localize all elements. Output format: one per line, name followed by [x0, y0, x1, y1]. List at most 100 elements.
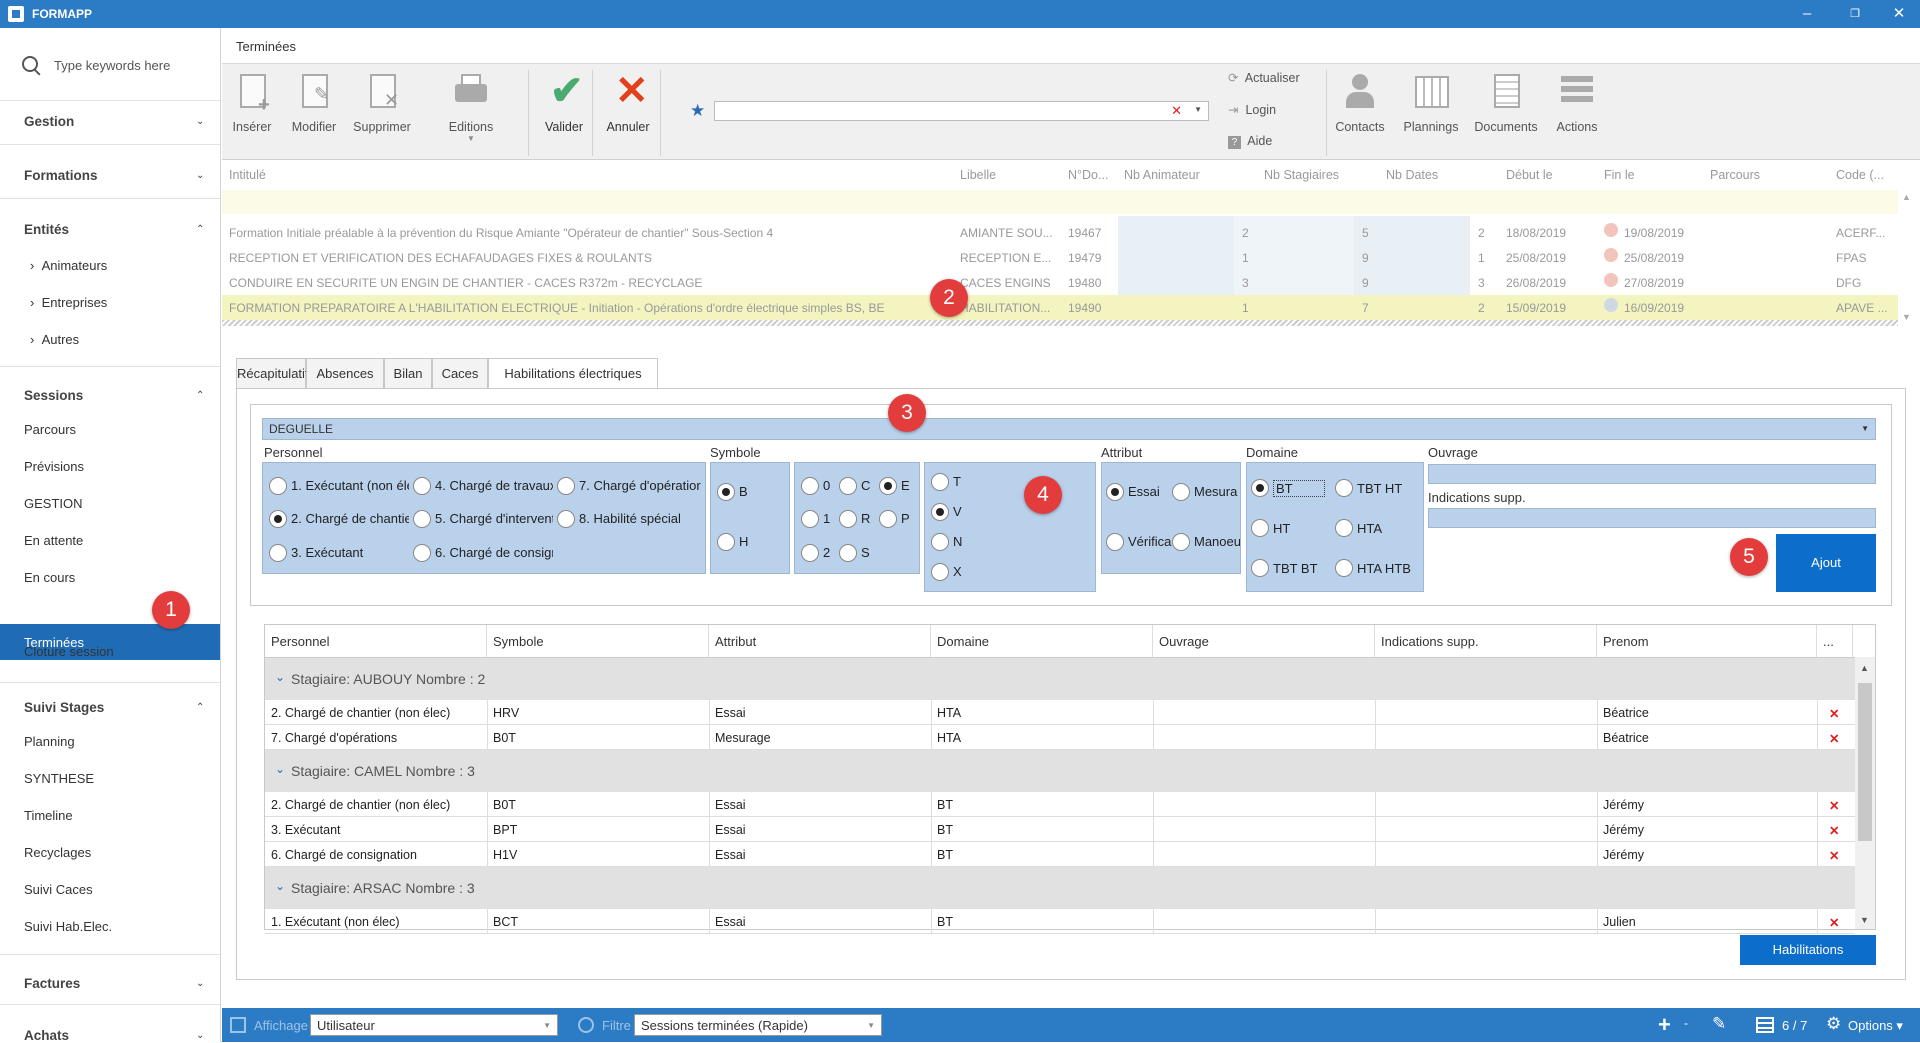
editions-button[interactable]: Editions ▼ — [436, 72, 506, 143]
attribut-radio-mesurage[interactable] — [1172, 483, 1190, 501]
chevron-down-icon[interactable]: ⌄ — [196, 1030, 204, 1041]
group-row[interactable]: ⌄ Stagiaire: ARSAC Nombre : 3 — [265, 867, 1855, 909]
minimize-button[interactable]: – — [1792, 4, 1822, 24]
documents-button[interactable]: Documents — [1468, 72, 1544, 134]
symbole-radio-r[interactable] — [839, 510, 857, 528]
personnel-radio-6[interactable] — [413, 544, 431, 562]
sidebar-item-cloture-session[interactable]: Cloture session — [24, 644, 114, 659]
symbole-radio-n[interactable] — [931, 533, 949, 551]
stagiaire-select[interactable]: DEGUELLE ▼ — [262, 418, 1876, 440]
personnel-radio-2[interactable] — [269, 510, 287, 528]
plannings-button[interactable]: Plannings — [1394, 72, 1468, 134]
chevron-down-icon[interactable]: ⌄ — [196, 116, 204, 127]
annuler-button[interactable]: ✕ Annuler — [598, 69, 658, 134]
group-row[interactable]: ⌄ Stagiaire: CAMEL Nombre : 3 — [265, 750, 1855, 792]
col-symbole[interactable]: Symbole — [487, 625, 709, 657]
aide-button[interactable]: ? Aide — [1228, 134, 1272, 149]
symbole-radio-e[interactable] — [879, 477, 897, 495]
table-row[interactable]: 2. Chargé de chantier (non élec) HRV Essai… — [265, 700, 1855, 725]
scroll-up-icon[interactable]: ▲ — [1902, 192, 1911, 202]
tab-caces[interactable]: Caces — [432, 358, 488, 389]
edit-icon[interactable]: ✎ — [1712, 1014, 1726, 1034]
chevron-up-icon[interactable]: ⌃ — [196, 224, 204, 235]
table-row[interactable]: CONDUIRE EN SECURITE UN ENGIN DE CHANTIE… — [222, 270, 1898, 295]
tab-terminees[interactable]: Terminées — [236, 39, 296, 54]
col-libelle[interactable]: Libelle — [960, 168, 996, 182]
nav-group-factures[interactable]: Factures — [24, 976, 80, 991]
sidebar-item-en-cours[interactable]: En cours — [24, 570, 75, 585]
symbole-radio-t[interactable] — [931, 473, 949, 491]
ouvrage-input[interactable] — [1428, 464, 1876, 484]
dropdown-arrow-icon[interactable]: ▼ — [1194, 105, 1202, 114]
ajout-button[interactable]: Ajout — [1776, 534, 1876, 592]
sidebar-item-previsions[interactable]: Prévisions — [24, 459, 84, 474]
actualiser-button[interactable]: ⟳ Actualiser — [1228, 70, 1300, 85]
col-code[interactable]: Code (... — [1836, 168, 1884, 182]
domaine-radio-ht[interactable] — [1251, 519, 1269, 537]
filtre-select[interactable]: Sessions terminées (Rapide) ▼ — [634, 1014, 882, 1036]
symbole-radio-x[interactable] — [931, 563, 949, 581]
col-parcours[interactable]: Parcours — [1710, 168, 1760, 182]
indications-input[interactable] — [1428, 508, 1876, 528]
chevron-down-icon[interactable]: ⌄ — [196, 170, 204, 181]
table-row-selected[interactable]: FORMATION PREPARATOIRE A L'HABILITATION … — [222, 295, 1898, 320]
sidebar-item-parcours[interactable]: Parcours — [24, 422, 76, 437]
attribut-radio-essai[interactable] — [1106, 483, 1124, 501]
table-row[interactable]: 7. Chargé d'opérations B0T Mesurage HTA Béat… — [265, 725, 1855, 750]
scrollbar[interactable]: ▲ ▼ — [1855, 657, 1875, 929]
chevron-up-icon[interactable]: ⌃ — [196, 390, 204, 401]
domaine-radio-tbt-ht[interactable] — [1335, 479, 1353, 497]
affichage-select[interactable]: Utilisateur ▼ — [310, 1014, 558, 1036]
clear-icon[interactable]: ✕ — [1171, 103, 1182, 119]
sidebar-item-suivi-caces[interactable]: Suivi Caces — [24, 882, 93, 897]
col-prenom[interactable]: Prenom — [1597, 625, 1817, 657]
sidebar-item-animateurs[interactable]: › Animateurs — [30, 258, 107, 273]
delete-icon[interactable]: ✕ — [1829, 823, 1839, 838]
favorite-star-icon[interactable]: ★ — [690, 101, 705, 121]
delete-icon[interactable]: ✕ — [1829, 798, 1839, 813]
col-intitule[interactable]: Intitulé — [229, 168, 266, 182]
symbole-radio-p[interactable] — [879, 510, 897, 528]
domaine-radio-hta-htb[interactable] — [1335, 559, 1353, 577]
chevron-down-icon[interactable]: ⌄ — [196, 978, 204, 989]
habilitations-button[interactable]: Habilitations — [1740, 935, 1876, 965]
scroll-up-icon[interactable]: ▲ — [1860, 663, 1869, 673]
sidebar-item-planning[interactable]: Planning — [24, 734, 75, 749]
restore-button[interactable]: ❐ — [1840, 4, 1870, 24]
col-attribut[interactable]: Attribut — [709, 625, 931, 657]
domaine-radio-hta[interactable] — [1335, 519, 1353, 537]
col-debut[interactable]: Début le — [1506, 168, 1553, 182]
symbole-radio-h[interactable] — [717, 533, 735, 551]
table-row[interactable]: 3. Exécutant BPT Essai BT Jérémy ✕ — [265, 817, 1855, 842]
tab-absences[interactable]: Absences — [306, 358, 384, 389]
domaine-radio-tbt-bt[interactable] — [1251, 559, 1269, 577]
actions-button[interactable]: Actions — [1544, 72, 1610, 134]
remove-icon[interactable]: - — [1684, 1016, 1688, 1030]
domaine-radio-bt[interactable] — [1251, 479, 1269, 497]
tab-habilitations-electriques[interactable]: Habilitations électriques — [488, 358, 658, 389]
nav-group-sessions[interactable]: Sessions — [24, 388, 83, 403]
nav-group-achats[interactable]: Achats — [24, 1028, 69, 1043]
search-input[interactable]: ✕ ▼ — [714, 101, 1209, 121]
valider-button[interactable]: ✔ Valider — [534, 69, 594, 134]
sidebar-item-entreprises[interactable]: › Entreprises — [30, 295, 107, 310]
scroll-thumb[interactable] — [1858, 683, 1872, 841]
nav-group-formations[interactable]: Formations — [24, 168, 98, 183]
sidebar-item-autres[interactable]: › Autres — [30, 332, 79, 347]
symbole-radio-c[interactable] — [839, 477, 857, 495]
col-domaine[interactable]: Domaine — [931, 625, 1153, 657]
symbole-radio-0[interactable] — [801, 477, 819, 495]
nav-group-entites[interactable]: Entités — [24, 222, 69, 237]
col-ouvrage[interactable]: Ouvrage — [1153, 625, 1375, 657]
close-button[interactable]: ✕ — [1884, 4, 1914, 24]
tab-recapitulatif[interactable]: Récapitulatif — [236, 358, 309, 389]
options-button[interactable]: Options ▾ — [1848, 1018, 1903, 1034]
modifier-button[interactable]: ✎ Modifier — [284, 72, 344, 134]
sidebar-item-suivi-hab-elec[interactable]: Suivi Hab.Elec. — [24, 919, 112, 934]
col-more[interactable]: ... — [1817, 625, 1853, 657]
col-nb-stagiaires[interactable]: Nb Stagiaires — [1264, 168, 1339, 182]
personnel-radio-8[interactable] — [557, 510, 575, 528]
personnel-radio-4[interactable] — [413, 477, 431, 495]
table-row[interactable]: 6. Chargé de consignation H1V Essai BT Jérém… — [265, 842, 1855, 867]
symbole-radio-s[interactable] — [839, 544, 857, 562]
